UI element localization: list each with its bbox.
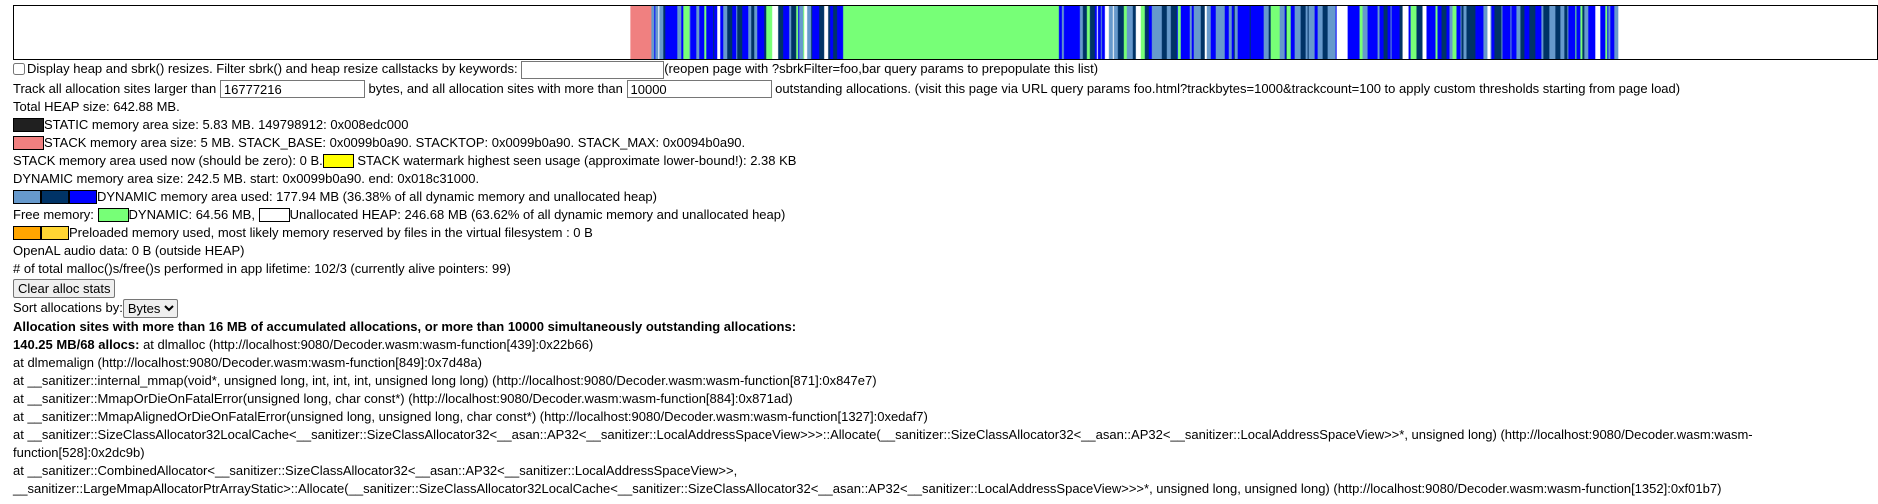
dynamic-used-text: DYNAMIC memory area used: 177.94 MB (36.… — [97, 189, 657, 205]
sort-label: Sort allocations by: — [13, 300, 123, 316]
stack-area-row: STACK memory area size: 5 MB. STACK_BASE… — [13, 134, 1878, 152]
display-resizes-checkbox[interactable] — [13, 63, 25, 75]
openal-text: OpenAL audio data: 0 B (outside HEAP) — [13, 243, 245, 259]
stack-area-text: STACK memory area size: 5 MB. STACK_BASE… — [44, 135, 746, 151]
malloc-count-text: # of total malloc()s/free()s performed i… — [13, 261, 511, 277]
track-bytes-input[interactable] — [219, 80, 365, 99]
track-suffix-text: outstanding allocations. (visit this pag… — [775, 80, 1681, 96]
total-heap-size: Total HEAP size: 642.88 MB. — [13, 99, 180, 115]
preloaded-row: Preloaded memory used, most likely memor… — [13, 224, 1878, 242]
stack-usage-row: STACK memory area used now (should be ze… — [13, 152, 1878, 170]
track-threshold-row: Track all allocation sites larger than b… — [13, 80, 1878, 99]
alloc-site-size-row: 140.25 MB/68 allocs: at dlmalloc (http:/… — [13, 336, 1878, 354]
track-mid-text: bytes, and all allocation sites with mor… — [368, 80, 623, 96]
stack-frame: at dlmalloc (http://localhost:9080/Decod… — [139, 337, 594, 353]
stack-frame: at __sanitizer::CombinedAllocator<__sani… — [13, 463, 1722, 497]
dynamic-color-swatch-1 — [13, 190, 41, 205]
free-memory-label: Free memory: — [13, 207, 94, 223]
free-dynamic-swatch — [97, 208, 129, 223]
dynamic-color-swatch-3 — [69, 190, 97, 205]
stack-watermark-text: STACK watermark highest seen usage (appr… — [357, 153, 797, 169]
unallocated-heap-text: Unallocated HEAP: 246.68 MB (63.62% of a… — [289, 207, 786, 223]
alloc-sites-heading: Allocation sites with more than 16 MB of… — [13, 319, 797, 335]
static-area-row: STATIC memory area size: 5.83 MB. 149798… — [13, 116, 1878, 134]
stack-frame: at __sanitizer::MmapOrDieOnFatalError(un… — [13, 391, 793, 407]
preloaded-swatch-1 — [13, 226, 41, 241]
preloaded-swatch-2 — [41, 226, 69, 241]
clear-alloc-stats-button[interactable]: Clear alloc stats — [13, 279, 116, 299]
dynamic-used-row: DYNAMIC memory area used: 177.94 MB (36.… — [13, 188, 1878, 206]
memory-profiler-page: Display heap and sbrk() resizes. Filter … — [13, 0, 1878, 498]
display-resizes-label: Display heap and sbrk() resizes. Filter … — [27, 61, 518, 76]
dynamic-color-swatch-2 — [41, 190, 69, 205]
stack-color-swatch — [13, 136, 44, 151]
preloaded-text: Preloaded memory used, most likely memor… — [69, 225, 593, 241]
sbrk-filter-input[interactable] — [521, 60, 665, 79]
heap-visualization-canvas — [13, 5, 1878, 60]
dynamic-area-size: DYNAMIC memory area size: 242.5 MB. star… — [13, 171, 480, 187]
sort-row: Sort allocations by: Bytes — [13, 299, 1878, 319]
static-area-text: STATIC memory area size: 5.83 MB. 149798… — [44, 117, 409, 133]
stack-watermark-swatch — [322, 154, 354, 169]
track-count-input[interactable] — [626, 80, 772, 99]
stack-used-text: STACK memory area used now (should be ze… — [13, 153, 323, 169]
stack-frame: at __sanitizer::internal_mmap(void*, uns… — [13, 373, 877, 389]
stack-frame: at __sanitizer::MmapAlignedOrDieOnFatalE… — [13, 409, 928, 425]
alloc-site-size: 140.25 MB/68 allocs: — [13, 337, 140, 353]
clear-row: Clear alloc stats — [13, 279, 1878, 299]
stack-frame: at __sanitizer::SizeClassAllocator32Loca… — [13, 427, 1753, 461]
unallocated-heap-swatch — [258, 208, 290, 223]
resize-filter-row: Display heap and sbrk() resizes. Filter … — [13, 60, 1878, 79]
stack-frame: at dlmemalign (http://localhost:9080/Dec… — [13, 355, 482, 371]
sort-select[interactable]: Bytes — [122, 299, 178, 319]
free-memory-row: Free memory: DYNAMIC: 64.56 MB, Unalloca… — [13, 206, 1878, 224]
free-dynamic-text: DYNAMIC: 64.56 MB, — [128, 207, 255, 223]
track-prefix-text: Track all allocation sites larger than — [13, 80, 217, 96]
static-color-swatch — [13, 118, 44, 133]
reopen-hint: (reopen page with ?sbrkFilter=foo,bar qu… — [664, 61, 1099, 76]
